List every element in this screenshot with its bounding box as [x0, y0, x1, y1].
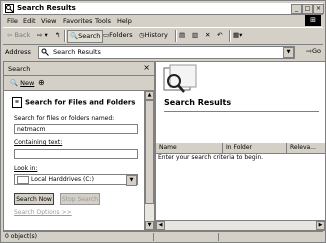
address-label: Address	[5, 48, 31, 56]
filename-input[interactable]: netmacm	[14, 124, 138, 134]
search-form-title-text: Search for Files and Folders	[25, 98, 136, 107]
column-relevance[interactable]: Releva...	[290, 144, 316, 151]
scroll-down-icon[interactable]: ▼	[145, 221, 154, 230]
views-icon[interactable]: ▦▾	[233, 30, 242, 41]
search-pane: Search × 🔍 New ⊕ ≡ Search for Files and F…	[3, 61, 155, 231]
stop-search-button[interactable]: Stop Search	[60, 193, 100, 205]
globe-icon[interactable]: ⊕	[38, 78, 45, 87]
search-button[interactable]: 🔍Search	[67, 30, 104, 43]
menu-help[interactable]: Help	[117, 17, 132, 25]
toolbar-separator	[229, 30, 231, 42]
maximize-button[interactable]: □	[302, 4, 313, 14]
search-form: ≡ Search for Files and Folders Search for…	[4, 91, 144, 230]
search-label: Search	[78, 32, 101, 40]
move-to-icon[interactable]: ▤	[179, 30, 185, 41]
folders-label: Folders	[109, 31, 133, 39]
up-folder-button[interactable]: ↰	[55, 30, 60, 41]
menu-file[interactable]: File	[7, 17, 18, 25]
results-title: Search Results	[164, 98, 232, 107]
address-bar: Address Search Results ▼ ⇨Go	[3, 45, 323, 59]
title-divider	[164, 111, 319, 112]
containing-label: Containing text:	[14, 139, 63, 146]
named-label: Search for files or folders named:	[14, 115, 115, 122]
chevron-down-icon[interactable]: ▼	[126, 175, 137, 186]
title-bar: Search Results _ □ ×	[3, 3, 324, 15]
chevron-down-icon[interactable]: ▼	[283, 47, 294, 58]
search-pane-header: Search ×	[4, 62, 154, 76]
menu-edit[interactable]: Edit	[23, 17, 36, 25]
column-divider	[222, 143, 223, 153]
drive-icon	[17, 176, 29, 184]
back-label: Back	[14, 31, 31, 39]
document-icon: ≡	[12, 97, 22, 108]
copy-to-icon[interactable]: ▥	[192, 30, 198, 41]
results-empty-message: Enter your search criteria to begin.	[158, 154, 264, 161]
new-search-icon: 🔍	[10, 79, 21, 87]
scroll-thumb[interactable]	[145, 100, 154, 204]
status-panel	[153, 233, 214, 241]
lookin-label: Look in:	[14, 165, 38, 172]
search-pane-scrollbar[interactable]: ▲ ▼	[144, 91, 154, 230]
search-icon: 🔍	[70, 32, 79, 40]
scroll-up-icon[interactable]: ▲	[145, 91, 154, 100]
search-folder-icon	[41, 48, 49, 56]
column-name[interactable]: Name	[159, 144, 177, 151]
search-window-icon	[5, 4, 14, 13]
status-bar: 0 object(s)	[3, 231, 323, 242]
window-title: Search Results	[17, 4, 76, 12]
search-results-logo-icon	[163, 64, 197, 93]
search-now-button[interactable]: Search Now	[14, 193, 54, 205]
back-button[interactable]: ⇦ Back	[7, 30, 30, 41]
history-button[interactable]: ◷History	[139, 30, 168, 41]
results-pane: Search Results Name In Folder Releva... …	[155, 61, 326, 231]
minimize-button[interactable]: _	[291, 4, 302, 14]
search-pane-toolbar: 🔍 New ⊕	[4, 76, 154, 91]
close-pane-icon[interactable]: ×	[143, 63, 150, 72]
go-label: Go	[311, 47, 321, 55]
lookin-select[interactable]: Local Harddrives (C:) ▼	[14, 174, 138, 186]
address-value: Search Results	[53, 48, 101, 56]
results-scrollbar[interactable]: ◀ ▶	[156, 220, 325, 230]
menu-view[interactable]: View	[41, 17, 56, 25]
search-options-link[interactable]: Search Options >>	[14, 209, 72, 216]
status-text: 0 object(s)	[5, 233, 38, 240]
go-button[interactable]: ⇨Go	[307, 47, 321, 55]
new-search-button[interactable]: 🔍 New	[10, 79, 34, 87]
undo-icon[interactable]: ↶	[217, 30, 222, 41]
delete-icon[interactable]: ✕	[205, 30, 210, 41]
toolbar-separator	[175, 30, 177, 42]
menu-tools[interactable]: Tools	[95, 17, 111, 25]
toolbar-separator	[64, 30, 66, 42]
lookin-value: Local Harddrives (C:)	[31, 176, 94, 183]
menu-bar: File Edit View Favorites Tools Help ⊞	[3, 15, 323, 26]
status-panel	[218, 233, 319, 241]
results-header-row: Name In Folder Releva...	[156, 142, 325, 154]
menu-favorites[interactable]: Favorites	[63, 17, 92, 25]
forward-button[interactable]: ⇨ ▾	[37, 30, 48, 41]
folders-button[interactable]: ▭Folders	[103, 30, 133, 41]
history-label: History	[144, 31, 168, 39]
toolbar: ⇦ Back ⇨ ▾ ↰ 🔍Search ▭Folders ◷History ▤…	[3, 27, 323, 45]
new-search-label: New	[20, 79, 35, 87]
address-input[interactable]: Search Results ▼	[38, 46, 295, 59]
explorer-window: Search Results _ □ × File Edit View Favo…	[0, 0, 326, 243]
search-form-title: ≡ Search for Files and Folders	[12, 97, 135, 108]
scroll-right-icon[interactable]: ▶	[316, 221, 325, 230]
close-button[interactable]: ×	[313, 4, 324, 14]
column-in-folder[interactable]: In Folder	[226, 144, 252, 151]
column-divider	[286, 143, 287, 153]
containing-text-input[interactable]	[14, 149, 138, 159]
windows-logo-icon: ⊞	[305, 15, 321, 26]
search-pane-title: Search	[8, 65, 31, 73]
back-arrow-icon: ⇦	[7, 31, 15, 39]
scroll-left-icon[interactable]: ◀	[156, 221, 165, 230]
